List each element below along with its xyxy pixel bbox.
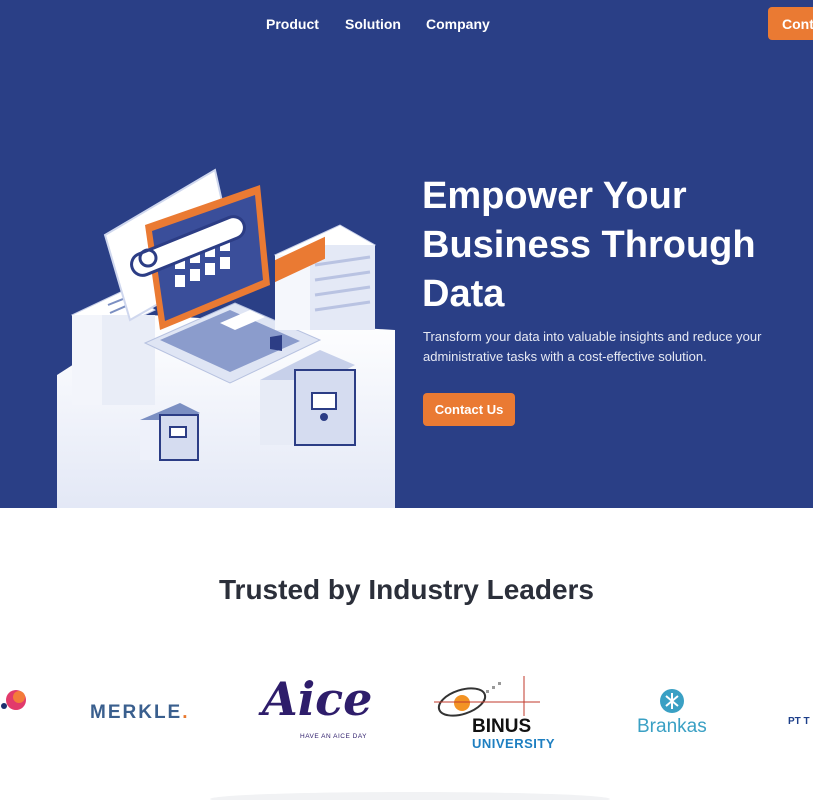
partial-logo-icon (1, 690, 26, 710)
brankas-logo: Brankas (637, 716, 707, 737)
hero-section: Product Solution Company Contact (0, 0, 813, 508)
hero-subtitle: Transform your data into valuable insigh… (423, 329, 762, 364)
hero-title: Empower Your Business Through Data (422, 175, 756, 315)
nav-contact-button[interactable]: Contact (768, 7, 813, 40)
nav-solution[interactable]: Solution (345, 16, 401, 32)
brankas-emblem-icon (660, 689, 684, 713)
trusted-title: Trusted by Industry Leaders (219, 574, 594, 605)
nav-company[interactable]: Company (426, 16, 490, 32)
aice-tagline: HAVE AN AICE DAY (300, 733, 368, 740)
binus-university-label: UNIVERSITY (472, 736, 556, 751)
aice-logo: Aice (262, 672, 373, 726)
merkle-logo: MERKLE. (90, 702, 190, 723)
card-shadow (210, 792, 610, 800)
contact-us-button[interactable]: Contact Us (423, 393, 515, 426)
data-illustration (57, 168, 395, 508)
pt-logo: PT T (788, 716, 810, 727)
binus-logo: BINUS (472, 716, 532, 737)
nav-product[interactable]: Product (266, 16, 319, 32)
